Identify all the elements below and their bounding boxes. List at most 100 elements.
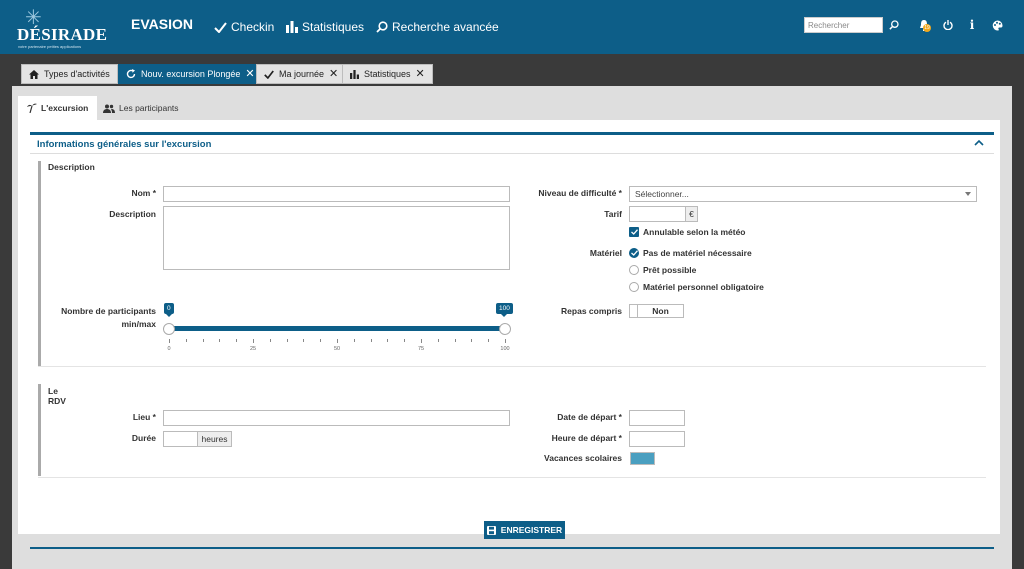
nav-statistiques[interactable]: Statistiques [286,19,364,35]
tab-nouv-excursion-plongee[interactable]: Nouv. excursion Plongée ✕ [118,64,263,84]
slider-tick [421,339,422,343]
divider [38,477,986,478]
slider-tick [337,339,338,343]
bar-chart-icon [286,21,298,33]
materiel-option-pret[interactable]: Prêt possible [629,265,696,275]
slider-tick [303,339,305,342]
search-submit-button[interactable] [886,17,902,33]
difficulte-label: Niveau de difficulté * [538,188,622,198]
slider-tick-label: 75 [417,346,425,352]
slider-tick [437,339,439,342]
nav-recherche-avancee[interactable]: Recherche avancée [376,19,499,35]
tab-types-activites[interactable]: Types d'activités [21,64,118,84]
palette-button[interactable] [989,17,1005,33]
top-bar: ✳ DÉSIRADE votre partenaire petites appl… [0,0,1024,54]
slider-tick [253,339,254,343]
search-icon [376,21,388,33]
tab-excursion[interactable]: L'excursion [18,96,98,120]
checkbox-checked-icon [629,227,639,237]
duree-input[interactable] [163,431,198,447]
date-depart-input[interactable] [629,410,685,426]
search-input[interactable] [804,17,883,33]
info-icon[interactable]: i [964,17,980,33]
slider-min-tooltip: 0 [164,303,174,317]
palette-icon [992,20,1002,31]
repas-toggle-value: Non [652,306,669,316]
slider-tick-label: 50 [333,346,341,352]
slider-tick [320,339,322,342]
nav-checkin-label: Checkin [231,20,275,34]
materiel-option-obligatoire[interactable]: Matériel personnel obligatoire [629,282,764,292]
heure-depart-input[interactable] [629,431,685,447]
slider-tick [488,339,490,342]
slider-tick [370,339,372,342]
notifications-button[interactable]: 19 [916,17,932,33]
slider-min-handle[interactable] [163,323,175,335]
save-button-label: ENREGISTRER [500,525,563,535]
bottom-rule [30,547,994,549]
nav-statistiques-label: Statistiques [302,20,365,34]
slider-tick [454,339,456,342]
check-icon [214,21,227,33]
logo[interactable]: ✳ DÉSIRADE votre partenaire petites appl… [17,8,107,49]
logo-text: DÉSIRADE [17,25,108,44]
duree-unit: heures [197,431,232,447]
slider-tick [185,339,187,342]
power-icon [943,20,953,30]
slider-tick [169,339,170,343]
section-header: Informations générales sur l'excursion [30,132,994,154]
check-icon [264,70,274,79]
close-icon[interactable]: ✕ [329,69,338,80]
vacances-label: Vacances scolaires [544,453,622,463]
power-button[interactable] [940,17,956,33]
tab-ma-journee[interactable]: Ma journée ✕ [256,64,347,84]
nav-checkin[interactable]: Checkin [214,19,274,35]
annulable-checkbox[interactable]: Annulable selon la météo [629,227,746,237]
section-title: Informations générales sur l'excursion [37,139,212,150]
form-panel: Informations générales sur l'excursion D… [18,120,1000,549]
refresh-icon [126,69,136,79]
difficulte-select-value: Sélectionner... [635,189,689,199]
tab-participants[interactable]: Les participants [94,96,188,120]
slider-tick-label: 25 [249,346,257,352]
close-icon[interactable]: ✕ [245,69,254,80]
slider-tick [269,339,271,342]
tab-statistiques[interactable]: Statistiques ✕ [342,64,433,84]
radio-unchecked-icon [629,282,639,292]
vacances-color-picker[interactable] [630,452,655,465]
save-button[interactable]: ENREGISTRER [484,521,565,539]
radio-checked-icon [629,248,639,258]
home-icon [29,69,39,79]
annulable-label: Annulable selon la météo [643,227,746,237]
close-icon[interactable]: ✕ [416,69,425,80]
nom-input[interactable] [163,186,510,202]
tarif-input[interactable] [629,206,686,222]
tab-label: Nouv. excursion Plongée [141,69,241,79]
duree-label: Durée [131,433,156,443]
bar-chart-icon [350,69,359,79]
slider-tick [219,339,221,342]
users-icon [103,104,115,113]
slider-range [169,326,505,331]
materiel-option-aucun[interactable]: Pas de matériel nécessaire [629,248,752,258]
slider-tick [236,339,238,342]
slider-max-handle[interactable] [499,323,511,335]
slider-tick-label: 100 [500,346,510,352]
toggle-knob [630,305,638,317]
tab-label: Ma journée [279,69,325,79]
slider-tick [505,339,506,343]
lieu-label: Lieu * [132,412,156,422]
participants-label: Nombre de participants [61,306,156,316]
description-textarea[interactable] [163,206,510,270]
chevron-up-icon[interactable] [974,138,984,148]
repas-toggle[interactable]: Non [629,304,684,318]
app-name: EVASION [131,16,193,32]
difficulte-select[interactable]: Sélectionner... [629,186,977,202]
materiel-option-label: Matériel personnel obligatoire [643,282,764,292]
logo-subtitle: votre partenaire petites applications [18,44,82,49]
slider-tick [404,339,406,342]
content-area: L'excursion Les participants Information… [12,86,1012,569]
lieu-input[interactable] [163,410,510,426]
nom-label: Nom * [131,188,156,198]
slider-tick [286,339,288,342]
